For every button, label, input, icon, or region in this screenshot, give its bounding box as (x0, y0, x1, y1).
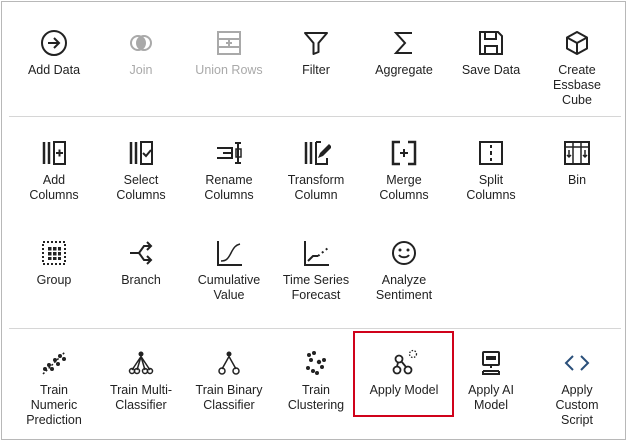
filter-step[interactable]: Filter (272, 28, 360, 78)
step-label: Transform Column (287, 173, 345, 202)
filter-icon (301, 28, 331, 58)
create-essbase-cube-step[interactable]: Create Essbase Cube (533, 28, 621, 108)
cube-icon (562, 28, 592, 58)
apply-ai-model-step[interactable]: Apply AI Model (447, 348, 535, 413)
time-series-forecast-icon (301, 238, 331, 268)
step-label: Cumulative Value (197, 273, 261, 302)
step-label: Join (129, 63, 153, 77)
step-label: Train Clustering (287, 383, 345, 412)
step-label: Save Data (461, 63, 521, 77)
merge-columns-step[interactable]: Merge Columns (360, 138, 448, 203)
apply-model-icon (389, 348, 419, 378)
train-clustering-step[interactable]: Train Clustering (272, 348, 360, 413)
step-label: Aggregate (375, 63, 433, 77)
time-series-forecast-step[interactable]: Time Series Forecast (272, 238, 360, 303)
step-label: Union Rows (195, 63, 263, 77)
analyze-sentiment-step[interactable]: Analyze Sentiment (360, 238, 448, 303)
add-columns-icon (39, 138, 69, 168)
save-data-step[interactable]: Save Data (447, 28, 535, 78)
step-label: Create Essbase Cube (553, 63, 601, 107)
cumulative-value-icon (214, 238, 244, 268)
step-label: Apply Custom Script (555, 383, 599, 427)
step-label: Filter (302, 63, 330, 77)
step-label: Apply Model (369, 383, 439, 397)
arrow-right-circle-icon (39, 28, 69, 58)
step-label: Analyze Sentiment (375, 273, 433, 302)
step-label: Add Data (27, 63, 81, 77)
train-numeric-prediction-step[interactable]: Train Numeric Prediction (10, 348, 98, 428)
merge-columns-icon (389, 138, 419, 168)
robot-icon (476, 348, 506, 378)
step-palette: Add Data Join Union Rows Filter Aggregat… (1, 1, 626, 440)
code-brackets-icon (562, 348, 592, 378)
group-icon (39, 238, 69, 268)
step-label: Branch (121, 273, 161, 287)
step-label: Select Columns (116, 173, 166, 202)
cumulative-value-step[interactable]: Cumulative Value (185, 238, 273, 303)
transform-column-icon (301, 138, 331, 168)
step-label: Apply AI Model (468, 383, 514, 412)
bin-icon (562, 138, 592, 168)
select-columns-step[interactable]: Select Columns (97, 138, 185, 203)
join-icon (126, 28, 156, 58)
group-step[interactable]: Group (10, 238, 98, 288)
rename-columns-icon (214, 138, 244, 168)
binary-classifier-icon (214, 348, 244, 378)
step-label: Rename Columns (204, 173, 254, 202)
section-divider (9, 328, 621, 329)
branch-icon (126, 238, 156, 268)
multi-classifier-icon (126, 348, 156, 378)
step-label: Bin (567, 173, 587, 187)
rename-columns-step[interactable]: Rename Columns (185, 138, 273, 203)
step-label: Time Series Forecast (282, 273, 350, 302)
union-rows-step[interactable]: Union Rows (185, 28, 273, 78)
apply-custom-script-step[interactable]: Apply Custom Script (533, 348, 621, 428)
aggregate-step[interactable]: Aggregate (360, 28, 448, 78)
step-label: Train Multi- Classifier (109, 383, 173, 412)
transform-column-step[interactable]: Transform Column (272, 138, 360, 203)
split-columns-step[interactable]: Split Columns (447, 138, 535, 203)
apply-model-step[interactable]: Apply Model (360, 348, 448, 398)
split-columns-icon (476, 138, 506, 168)
train-multi-classifier-step[interactable]: Train Multi- Classifier (97, 348, 185, 413)
sigma-icon (389, 28, 419, 58)
join-step[interactable]: Join (97, 28, 185, 78)
union-rows-icon (214, 28, 244, 58)
save-icon (476, 28, 506, 58)
step-label: Split Columns (466, 173, 516, 202)
branch-step[interactable]: Branch (97, 238, 185, 288)
step-label: Group (36, 273, 72, 287)
numeric-prediction-icon (39, 348, 69, 378)
train-binary-classifier-step[interactable]: Train Binary Classifier (185, 348, 273, 413)
add-data-step[interactable]: Add Data (10, 28, 98, 78)
step-label: Merge Columns (379, 173, 429, 202)
bin-step[interactable]: Bin (533, 138, 621, 188)
smiley-icon (389, 238, 419, 268)
step-label: Train Binary Classifier (195, 383, 263, 412)
clustering-icon (301, 348, 331, 378)
step-label: Train Numeric Prediction (26, 383, 82, 427)
add-columns-step[interactable]: Add Columns (10, 138, 98, 203)
step-label: Add Columns (29, 173, 79, 202)
select-columns-icon (126, 138, 156, 168)
section-divider (9, 116, 621, 117)
